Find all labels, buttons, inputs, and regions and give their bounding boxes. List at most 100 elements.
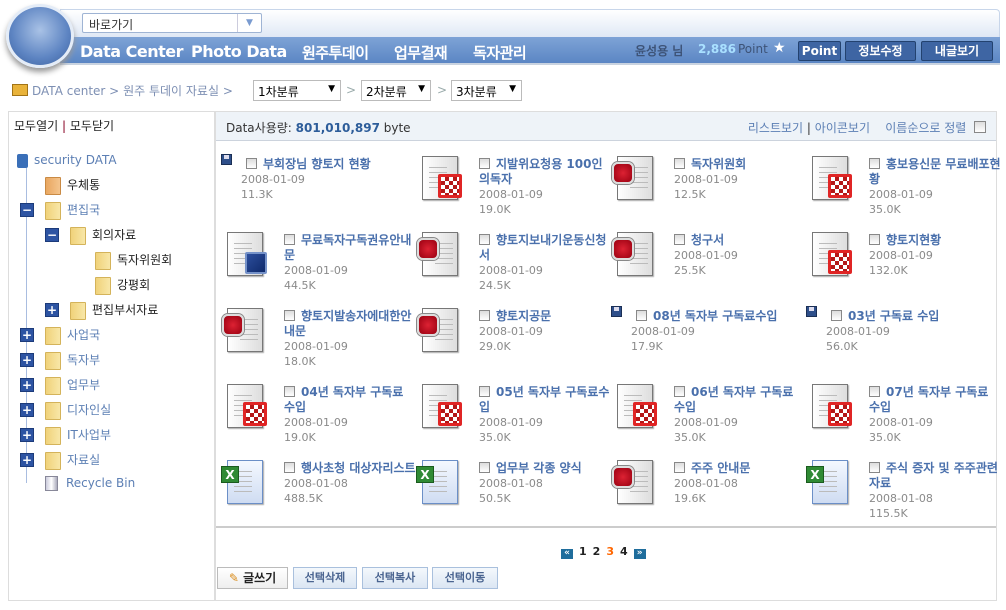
file-title-link[interactable]: 03년 구독료 수입 bbox=[831, 309, 1001, 324]
file-item[interactable]: 04년 독자부 구독료 수입 2008-01-09 19.0K bbox=[221, 382, 416, 458]
file-title-link[interactable]: 행사초청 대상자리스트 bbox=[284, 461, 416, 476]
move-selected-button[interactable]: 선택이동 bbox=[432, 567, 498, 589]
file-checkbox[interactable] bbox=[674, 462, 685, 473]
file-checkbox[interactable] bbox=[479, 234, 490, 245]
file-title-link[interactable]: 08년 독자부 구독료수입 bbox=[636, 309, 806, 324]
tree-root[interactable]: security DATA bbox=[17, 150, 117, 170]
logo-orb[interactable] bbox=[6, 4, 74, 68]
next-page-icon[interactable]: » bbox=[633, 549, 646, 559]
file-checkbox[interactable] bbox=[674, 234, 685, 245]
page-link[interactable]: 2 bbox=[593, 545, 601, 558]
file-item[interactable]: 06년 독자부 구독료 수입 2008-01-09 35.0K bbox=[611, 382, 806, 458]
expand-icon[interactable]: + bbox=[20, 453, 34, 467]
file-item[interactable]: 향토지발송자에대한안내문 2008-01-09 18.0K bbox=[221, 306, 416, 382]
delete-selected-button[interactable]: 선택삭제 bbox=[293, 567, 357, 589]
file-item[interactable]: 07년 독자부 구독료 수입 2008-01-09 35.0K bbox=[806, 382, 1001, 458]
expand-icon[interactable]: + bbox=[20, 428, 34, 442]
tree-node[interactable]: 사업국 bbox=[45, 325, 100, 345]
breadcrumb-data-center[interactable]: DATA center bbox=[32, 84, 105, 98]
file-checkbox[interactable] bbox=[869, 234, 880, 245]
point-button[interactable]: Point bbox=[798, 41, 841, 61]
file-title-link[interactable]: 홍보용신문 무료배포현황 bbox=[869, 157, 1001, 187]
file-title-link[interactable]: 향토지발송자에대한안내문 bbox=[284, 309, 416, 339]
file-title-link[interactable]: 07년 독자부 구독료 수입 bbox=[869, 385, 1001, 415]
file-item[interactable]: 홍보용신문 무료배포현황 2008-01-09 35.0K bbox=[806, 154, 1001, 230]
expand-icon[interactable]: + bbox=[20, 328, 34, 342]
file-title-link[interactable]: 향토지보내기운동신청서 bbox=[479, 233, 611, 263]
sort-by-name-link[interactable]: 이름순으로 정렬 bbox=[885, 121, 966, 135]
prev-page-icon[interactable]: « bbox=[561, 549, 573, 559]
copy-selected-button[interactable]: 선택복사 bbox=[362, 567, 428, 589]
nav-wonju-today[interactable]: 원주투데이 bbox=[302, 42, 369, 63]
file-checkbox[interactable] bbox=[246, 158, 257, 169]
file-title-link[interactable]: 청구서 bbox=[674, 233, 806, 248]
tree-node[interactable]: 강평회 bbox=[95, 275, 150, 295]
file-checkbox[interactable] bbox=[674, 386, 685, 397]
file-title-link[interactable]: 06년 독자부 구독료 수입 bbox=[674, 385, 806, 415]
tree-recycle-bin[interactable]: Recycle Bin bbox=[45, 473, 135, 493]
tree-node[interactable]: IT사업부 bbox=[45, 425, 111, 445]
file-item[interactable]: 향토지보내기운동신청서 2008-01-09 24.5K bbox=[416, 230, 611, 306]
tree-node[interactable]: 업무부 bbox=[45, 375, 100, 395]
file-checkbox[interactable] bbox=[831, 310, 842, 321]
tree-node[interactable]: 편집국 bbox=[45, 200, 100, 220]
file-item[interactable]: 청구서 2008-01-09 25.5K bbox=[611, 230, 806, 306]
my-posts-button[interactable]: 내글보기 bbox=[921, 41, 993, 61]
file-title-link[interactable]: 지발위요청용 100인의독자 bbox=[479, 157, 611, 187]
file-title-link[interactable]: 04년 독자부 구독료 수입 bbox=[284, 385, 416, 415]
tree-node[interactable]: 우체통 bbox=[45, 175, 100, 195]
breadcrumb-wonju-archive[interactable]: 원주 투데이 자료실 bbox=[123, 84, 219, 98]
collapse-all-link[interactable]: 모두닫기 bbox=[70, 119, 114, 133]
file-checkbox[interactable] bbox=[284, 310, 295, 321]
file-item[interactable]: 향토지현황 2008-01-09 132.0K bbox=[806, 230, 1001, 306]
edit-profile-button[interactable]: 정보수정 bbox=[845, 41, 916, 61]
file-item[interactable]: 05년 독자부 구독료수입 2008-01-09 35.0K bbox=[416, 382, 611, 458]
file-title-link[interactable]: 업무부 각종 양식 bbox=[479, 461, 611, 476]
file-title-link[interactable]: 주식 증자 및 주주관련 자료 bbox=[869, 461, 1001, 491]
file-checkbox[interactable] bbox=[479, 158, 490, 169]
file-title-link[interactable]: 무료독자구독권유안내문 bbox=[284, 233, 416, 263]
file-checkbox[interactable] bbox=[869, 158, 880, 169]
file-checkbox[interactable] bbox=[869, 462, 880, 473]
file-item[interactable]: 08년 독자부 구독료수입 2008-01-09 17.9K bbox=[611, 306, 806, 382]
file-item[interactable]: X 업무부 각종 양식 2008-01-08 50.5K bbox=[416, 458, 611, 534]
file-checkbox[interactable] bbox=[636, 310, 647, 321]
file-checkbox[interactable] bbox=[479, 310, 490, 321]
file-item[interactable]: 독자위원회 2008-01-09 12.5K bbox=[611, 154, 806, 230]
nav-photo-data[interactable]: Photo Data bbox=[191, 42, 287, 61]
expand-icon[interactable]: + bbox=[20, 378, 34, 392]
file-item[interactable]: 무료독자구독권유안내문 2008-01-09 44.5K bbox=[221, 230, 416, 306]
page-link[interactable]: 3 bbox=[606, 545, 614, 558]
category3-select[interactable]: 3차분류 ▼ bbox=[451, 80, 522, 101]
tree-node[interactable]: 자료실 bbox=[45, 450, 100, 470]
file-title-link[interactable]: 향토지공문 bbox=[479, 309, 611, 324]
file-item[interactable]: X 행사초청 대상자리스트 2008-01-08 488.5K bbox=[221, 458, 416, 534]
file-item[interactable]: 지발위요청용 100인의독자 2008-01-09 19.0K bbox=[416, 154, 611, 230]
tree-node[interactable]: 독자부 bbox=[45, 350, 100, 370]
tree-node[interactable]: 독자위원회 bbox=[95, 250, 172, 270]
page-link[interactable]: 1 bbox=[579, 545, 587, 558]
file-item[interactable]: 향토지공문 2008-01-09 29.0K bbox=[416, 306, 611, 382]
file-item[interactable]: X 주식 증자 및 주주관련 자료 2008-01-08 115.5K bbox=[806, 458, 1001, 534]
expand-all-link[interactable]: 모두열기 bbox=[14, 119, 58, 133]
write-button[interactable]: ✎ 글쓰기 bbox=[217, 567, 288, 589]
nav-data-center[interactable]: Data Center bbox=[80, 42, 183, 61]
file-title-link[interactable]: 05년 독자부 구독료수입 bbox=[479, 385, 611, 415]
file-checkbox[interactable] bbox=[869, 386, 880, 397]
file-checkbox[interactable] bbox=[284, 462, 295, 473]
tree-node[interactable]: 편집부서자료 bbox=[70, 300, 158, 320]
category1-select[interactable]: 1차분류 ▼ bbox=[253, 80, 341, 101]
file-item[interactable]: 부회장님 향토지 현황 2008-01-09 11.3K bbox=[221, 154, 416, 230]
expand-icon[interactable]: + bbox=[45, 303, 59, 317]
tree-node[interactable]: 회의자료 bbox=[70, 225, 136, 245]
file-title-link[interactable]: 향토지현황 bbox=[869, 233, 1001, 248]
file-item[interactable]: 주주 안내문 2008-01-08 19.6K bbox=[611, 458, 806, 534]
file-title-link[interactable]: 독자위원회 bbox=[674, 157, 806, 172]
file-checkbox[interactable] bbox=[284, 234, 295, 245]
file-checkbox[interactable] bbox=[674, 158, 685, 169]
collapse-icon[interactable]: − bbox=[20, 203, 34, 217]
file-checkbox[interactable] bbox=[284, 386, 295, 397]
collapse-icon[interactable]: − bbox=[45, 228, 59, 242]
icon-view-link[interactable]: 아이콘보기 bbox=[815, 121, 870, 135]
file-checkbox[interactable] bbox=[479, 462, 490, 473]
